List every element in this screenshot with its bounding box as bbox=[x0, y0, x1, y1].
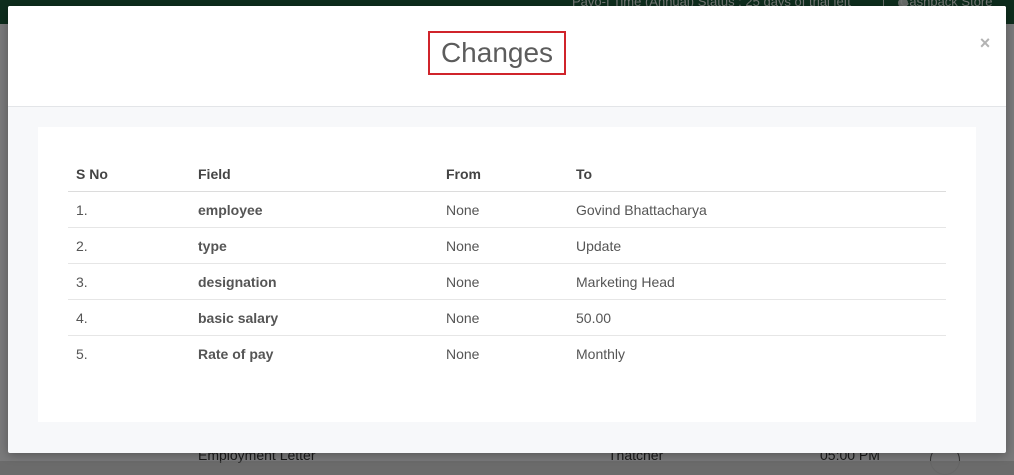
cell-field: basic salary bbox=[190, 299, 438, 336]
cell-to: Marketing Head bbox=[568, 263, 946, 300]
table-row: 4. basic salary None 50.00 bbox=[68, 299, 946, 336]
table-row: 5. Rate of pay None Monthly bbox=[68, 336, 946, 372]
modal-title-highlight: Changes bbox=[428, 31, 566, 75]
cell-field: employee bbox=[190, 191, 438, 228]
cell-to: Monthly bbox=[576, 345, 626, 362]
cell-to: Update bbox=[568, 227, 946, 264]
cell-sno: 1. bbox=[68, 191, 190, 228]
cell-to: Govind Bhattacharya bbox=[568, 191, 946, 228]
modal-header: Changes × bbox=[8, 6, 1006, 107]
cell-field: Rate of pay bbox=[198, 345, 274, 362]
modal-title: Changes bbox=[440, 37, 554, 68]
table-row: 1. employee None Govind Bhattacharya bbox=[68, 191, 946, 228]
cell-sno: 3. bbox=[68, 263, 190, 300]
cell-field: designation bbox=[190, 263, 438, 300]
cell-sno: 5. bbox=[76, 345, 88, 362]
cell-sno: 4. bbox=[68, 299, 190, 336]
cell-sno: 2. bbox=[68, 227, 190, 264]
cell-from: None bbox=[438, 227, 568, 264]
changes-modal: Changes × S No Field From To 1. employee bbox=[8, 6, 1006, 453]
cell-field: type bbox=[190, 227, 438, 264]
column-header-field: Field bbox=[190, 156, 438, 192]
cell-from: None bbox=[438, 263, 568, 300]
column-header-sno: S No bbox=[68, 156, 190, 192]
table-row: 3. designation None Marketing Head bbox=[68, 263, 946, 300]
table-row: 2. type None Update bbox=[68, 227, 946, 264]
cell-from: None bbox=[446, 345, 480, 362]
changes-card: S No Field From To 1. employee None Govi… bbox=[38, 127, 976, 422]
column-header-to: To bbox=[568, 156, 946, 192]
changes-table: S No Field From To 1. employee None Govi… bbox=[68, 156, 946, 371]
cell-to: 50.00 bbox=[568, 299, 946, 336]
cell-from: None bbox=[438, 191, 568, 228]
cell-from: None bbox=[438, 299, 568, 336]
table-header-row: S No Field From To bbox=[68, 156, 946, 192]
close-icon[interactable]: × bbox=[977, 34, 993, 52]
column-header-from: From bbox=[438, 156, 568, 192]
